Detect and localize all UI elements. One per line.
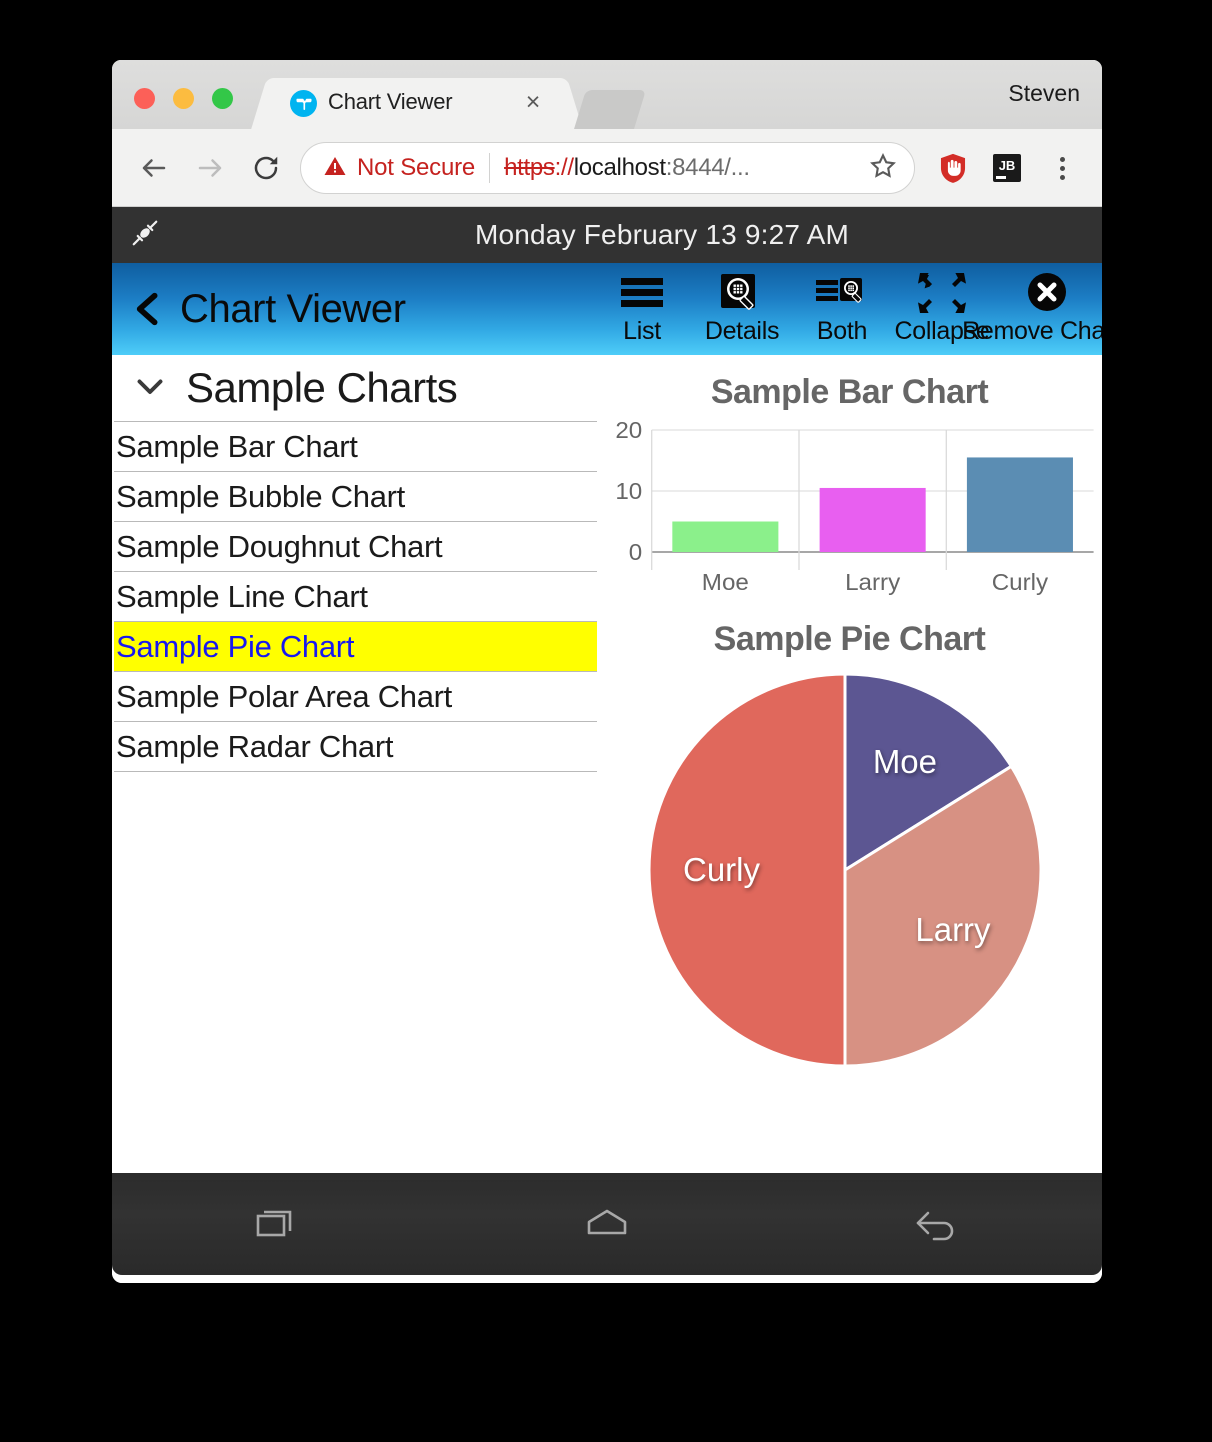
pie-chart[interactable]: Moe Larry Curly	[597, 665, 1102, 1085]
status-bar-clock: Monday February 13 9:27 AM	[474, 219, 850, 250]
android-status-bar: Monday February 13 9:27 AM	[112, 207, 1102, 263]
list-item[interactable]: Sample Radar Chart	[114, 722, 597, 772]
bar-chart-xtick: Curly	[992, 571, 1049, 596]
bar-chart-ytick: 20	[615, 419, 642, 444]
list-item[interactable]: Sample Polar Area Chart	[114, 672, 597, 722]
chevron-down-icon[interactable]	[132, 368, 168, 409]
pie-slice-label: Curly	[683, 851, 761, 888]
omnibox-divider	[489, 153, 491, 183]
list-item[interactable]: Sample Bubble Chart	[114, 472, 597, 522]
list-item[interactable]: Sample Bar Chart	[114, 422, 597, 472]
chart-list-panel: Sample Charts Sample Bar Chart Sample Bub…	[112, 355, 597, 1173]
toolbar-button-remove-charts[interactable]: Remove Charts	[962, 263, 1102, 346]
remove-circle-x-icon	[1024, 271, 1070, 315]
bar[interactable]	[672, 521, 779, 553]
minimize-window-button[interactable]	[173, 88, 194, 109]
list-item[interactable]: Sample Doughnut Chart	[114, 522, 597, 572]
bar-chart-xtick: Moe	[702, 571, 749, 596]
bar-chart-ytick: 10	[615, 480, 642, 505]
list-item-label: Sample Pie Chart	[116, 628, 355, 664]
url-scheme: https	[504, 154, 555, 181]
list-item-label: Sample Doughnut Chart	[116, 528, 443, 564]
three-dot-menu-icon[interactable]	[1042, 147, 1082, 189]
screenshot-root: Chart Viewer × Steven Not Secure https:/…	[0, 0, 1212, 1442]
back-icon[interactable]	[877, 1189, 997, 1259]
browser-tab[interactable]: Chart Viewer ×	[272, 78, 562, 129]
toolbar-button-list[interactable]: List	[592, 263, 692, 346]
browser-tab-title: Chart Viewer	[328, 89, 453, 114]
toolbar-label-both: Both	[816, 317, 868, 345]
collapse-arrows-icon	[918, 271, 966, 315]
vaadin-logo-icon	[290, 90, 317, 117]
toolbar-label-list: List	[623, 317, 661, 345]
list-item[interactable]: Sample Line Chart	[114, 572, 597, 622]
svg-text:JB: JB	[999, 158, 1016, 173]
both-split-icon	[815, 271, 869, 315]
pie-chart-title: Sample Pie Chart	[713, 620, 986, 658]
app-toolbar-actions: List Details Both Collapse Remove Cha	[592, 263, 1102, 355]
list-item-label: Sample Bubble Chart	[116, 478, 405, 514]
url-port-path: :8444/...	[665, 154, 750, 181]
back-chevron-icon[interactable]	[126, 289, 170, 329]
bar-chart-ytick: 0	[629, 541, 642, 566]
jetbrains-icon[interactable]: JB	[986, 147, 1028, 189]
toolbar-label-remove-charts: Remove Charts	[962, 317, 1102, 345]
back-arrow-icon[interactable]	[134, 148, 174, 188]
browser-window: Chart Viewer × Steven Not Secure https:/…	[112, 60, 1102, 1283]
url-scheme-separator: ://	[554, 154, 574, 181]
toolbar-button-both[interactable]: Both	[792, 263, 892, 346]
app-title: Chart Viewer	[180, 286, 406, 331]
charts-panel: Sample Bar Chart 0 10 20 Moe Larry Curly Samp…	[597, 355, 1102, 1173]
home-icon[interactable]	[547, 1189, 667, 1259]
close-icon[interactable]: ×	[520, 90, 546, 116]
android-navigation-bar	[112, 1173, 1102, 1275]
forward-arrow-icon[interactable]	[190, 148, 230, 188]
android-device-viewport: Monday February 13 9:27 AM Chart Viewer	[112, 207, 1102, 1283]
list-item-label: Sample Polar Area Chart	[116, 678, 452, 714]
window-traffic-lights	[134, 88, 233, 109]
address-bar[interactable]: Not Secure https://localhost:8444/...	[300, 142, 915, 194]
reload-icon[interactable]	[246, 148, 286, 188]
bar-chart-title: Sample Bar Chart	[710, 373, 989, 411]
app-toolbar: Chart Viewer List Details Both Collapse …	[112, 263, 1102, 355]
not-secure-warning-icon	[323, 154, 347, 183]
profile-name[interactable]: Steven	[1008, 80, 1080, 107]
details-magnifier-icon	[719, 271, 765, 315]
pie-slice-label: Larry	[915, 911, 991, 948]
bar-chart-xtick: Larry	[845, 571, 900, 596]
chart-list: Sample Bar Chart Sample Bubble Chart Sampl…	[114, 421, 597, 772]
security-status-label: Not Secure	[357, 154, 476, 181]
list-item-label: Sample Bar Chart	[116, 428, 358, 464]
bookmark-star-icon[interactable]	[868, 151, 898, 186]
list-item-label: Sample Radar Chart	[116, 728, 394, 764]
bar-chart[interactable]: 0 10 20 Moe Larry Curly	[597, 418, 1102, 598]
bar[interactable]	[966, 457, 1073, 552]
url-host: localhost	[573, 154, 666, 181]
app-content: Sample Charts Sample Bar Chart Sample Bub…	[112, 355, 1102, 1173]
toolbar-button-details[interactable]: Details	[692, 263, 792, 346]
sidebar-group-header[interactable]: Sample Charts	[114, 355, 597, 421]
recents-icon[interactable]	[217, 1189, 337, 1259]
sidebar-group-title: Sample Charts	[186, 364, 458, 411]
bar[interactable]	[819, 487, 926, 552]
new-tab-placeholder[interactable]	[574, 90, 646, 129]
list-icon	[617, 271, 667, 315]
list-item-label: Sample Line Chart	[116, 578, 368, 614]
adblock-icon[interactable]	[932, 147, 974, 189]
browser-nav-bar: Not Secure https://localhost:8444/... JB	[112, 129, 1102, 207]
toolbar-label-details: Details	[704, 317, 780, 345]
url-text: https://localhost:8444/...	[504, 154, 750, 182]
pie-slice-label: Moe	[872, 743, 936, 780]
list-item[interactable]: Sample Pie Chart	[114, 622, 597, 672]
maximize-window-button[interactable]	[212, 88, 233, 109]
close-window-button[interactable]	[134, 88, 155, 109]
browser-tab-strip: Chart Viewer × Steven	[112, 60, 1102, 129]
